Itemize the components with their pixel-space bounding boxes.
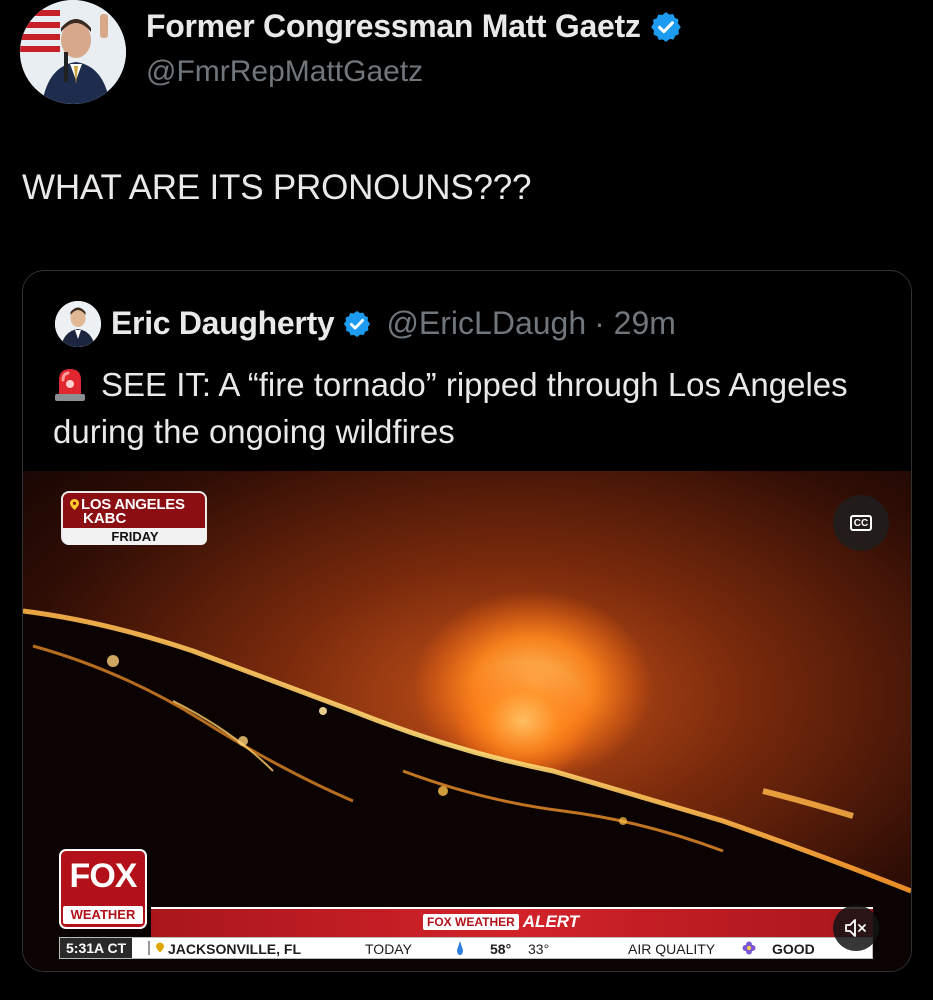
location-day: FRIDAY [63,528,207,545]
alert-word: ALERT [522,912,580,931]
alert-brand: FOX WEATHER [423,914,519,930]
author-avatar[interactable] [20,0,126,104]
quoted-author-avatar[interactable] [55,301,101,347]
fox-weather-logo: FOX WEATHER [59,849,147,929]
location-pin-icon [156,942,164,953]
ticker-high-temp: 58° [490,941,512,957]
location-pin-icon [70,499,79,510]
wildfire-video-frame [23,471,911,971]
logo-fox: FOX [69,857,138,895]
quoted-tweet-header: Eric Daugherty @EricLDaugh · 29m [111,305,676,342]
cc-icon: CC [850,515,872,531]
author-name-row: Former Congressman Matt Gaetz [146,8,683,45]
ticker-location: JACKSONVILLE, FL [168,941,302,957]
siren-icon [53,366,87,402]
weather-ticker: 5:31A CT JACKSONVILLE, FL TODAY 58° 33° … [59,937,873,959]
ticker-today: TODAY [365,941,412,957]
location-badge: LOS ANGELES KABC FRIDAY [61,491,207,545]
verified-badge-icon[interactable] [649,10,683,44]
ticker-divider [148,941,150,955]
tweet-text: WHAT ARE ITS PRONOUNS??? [22,168,532,207]
author-handle[interactable]: @FmrRepMattGaetz [146,55,423,89]
ticker-time: 5:31A CT [60,938,133,958]
author-display-name[interactable]: Former Congressman Matt Gaetz [146,8,641,45]
ticker-air-quality-value: GOOD [772,941,815,957]
ticker-air-quality-label: AIR QUALITY [628,941,716,957]
location-station: KABC [83,510,127,527]
quoted-author-name[interactable]: Eric Daugherty [111,305,335,342]
weather-alert-bar: FOX WEATHER ALERT [151,907,873,937]
quoted-tweet-timestamp[interactable]: · 29m [594,305,676,342]
quoted-tweet-text: SEE IT: A “fire tornado” ripped through … [53,366,848,450]
logo-weather: WEATHER [63,906,143,924]
quoted-author-handle[interactable]: @EricLDaugh [386,305,586,342]
rain-drop-icon [457,941,463,955]
closed-captions-button[interactable]: CC [833,495,889,551]
video-player[interactable]: LOS ANGELES KABC FRIDAY CC FOX WEATHER F… [23,471,911,971]
mute-button[interactable] [833,905,879,951]
alert-title: FOX WEATHER ALERT [423,912,579,932]
verified-badge-icon[interactable] [342,309,372,339]
flower-icon [742,941,756,955]
quoted-tweet-body: SEE IT: A “fire tornado” ripped through … [53,361,893,455]
ticker-low-temp: 33° [528,941,550,957]
quoted-tweet-card[interactable]: Eric Daugherty @EricLDaugh · 29m SEE IT:… [22,270,912,972]
speaker-muted-icon [845,919,866,937]
